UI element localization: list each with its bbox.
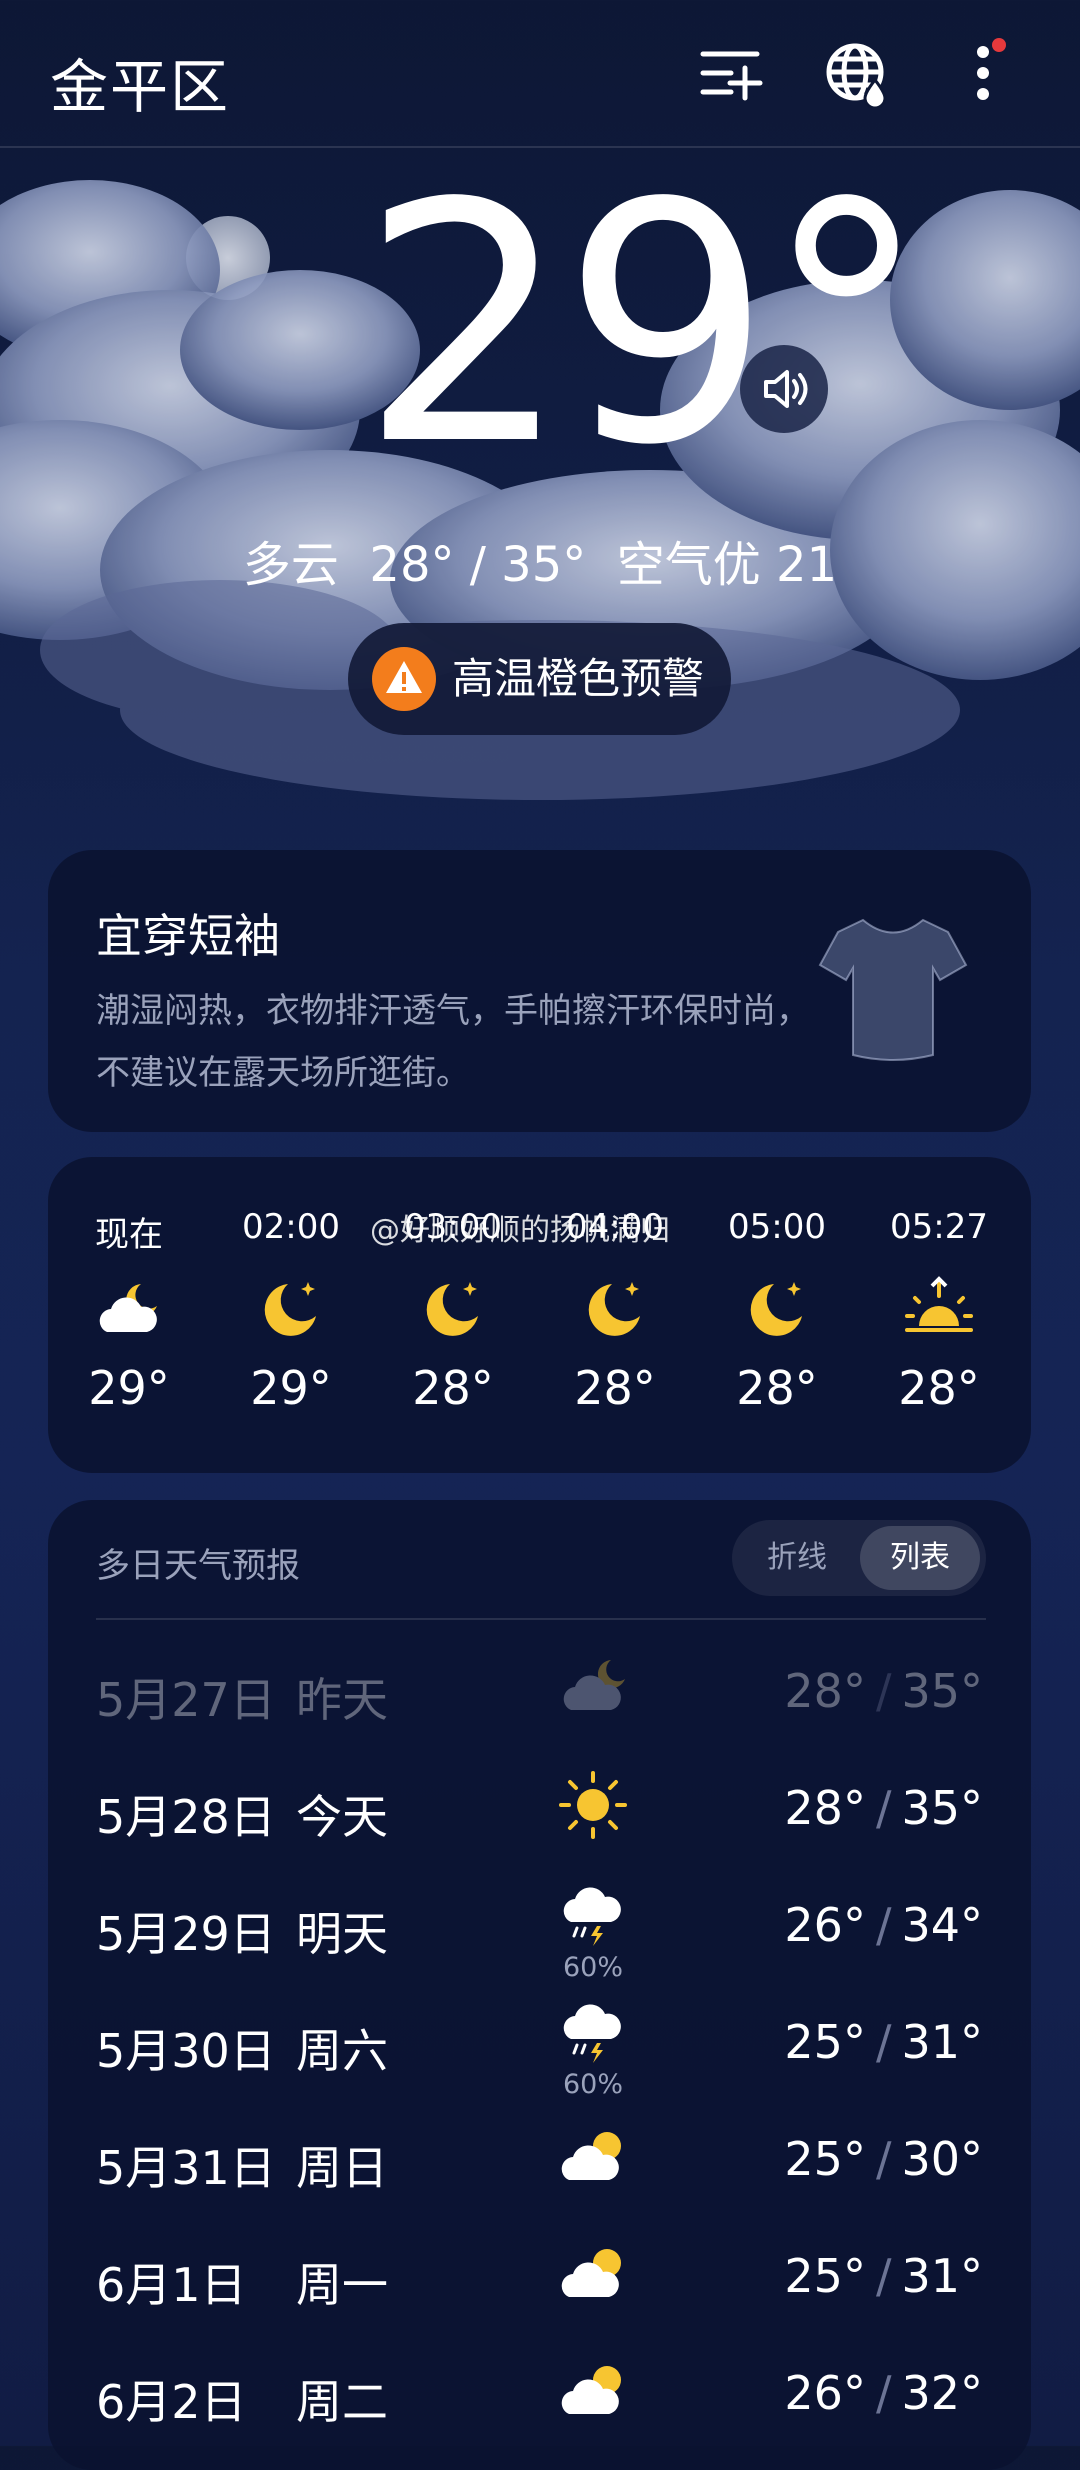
forecast-row[interactable]: 5月30日 周六 60% 25°/31°: [48, 1985, 1031, 2102]
forecast-row[interactable]: 5月29日 明天 60% 26°/34°: [48, 1868, 1031, 1985]
high-temp: 35°: [901, 1664, 983, 1718]
alert-label: 高温橙色预警: [452, 654, 705, 703]
low-temp: 25°: [784, 2015, 866, 2069]
hour-time: 02:00: [242, 1207, 340, 1247]
forecast-divider: [96, 1618, 986, 1620]
row-date: 5月27日: [96, 1673, 276, 1727]
precip-chance: 60%: [562, 1952, 623, 1983]
hour-time: 现在: [95, 1215, 163, 1255]
forecast-title: 多日天气预报: [96, 1546, 300, 1586]
high-temp: 32°: [901, 2366, 983, 2420]
partly-cloudy-day-icon: [561, 2366, 621, 2414]
row-date: 5月28日: [96, 1790, 276, 1844]
current-temperature: 29°: [360, 133, 929, 517]
thunderstorm-icon: [563, 2004, 621, 2063]
city-title[interactable]: 金平区: [50, 40, 230, 124]
hour-temp: 28°: [412, 1361, 494, 1415]
precip-chance: 60%: [562, 2069, 623, 2100]
view-toggle: 折线 列表: [732, 1520, 986, 1596]
more-menu-icon[interactable]: [950, 38, 1010, 108]
row-temp: 28°/35°: [784, 1781, 983, 1835]
row-date: 6月2日: [96, 2375, 247, 2429]
hourly-item: 05:27 28°: [858, 1207, 1020, 1415]
partly-cloudy-day-icon: [561, 2132, 621, 2180]
row-temp: 26°/32°: [784, 2366, 983, 2420]
clothing-description: 潮湿闷热，衣物排汗透气，手帕擦汗环保时尚，不建议在露天场所逛街。: [96, 991, 810, 1093]
globe-weather-icon[interactable]: [823, 38, 893, 110]
low-temp: 28°: [784, 1664, 866, 1718]
hourly-item: 现在 29°: [48, 1207, 210, 1415]
low-temp: 25°: [784, 2132, 866, 2186]
hour-time: 05:27: [890, 1207, 988, 1247]
cloudy-night-icon: [563, 1660, 625, 1710]
forecast-row[interactable]: 6月1日 周一 25°/31°: [48, 2219, 1031, 2336]
hour-temp: 29°: [250, 1361, 332, 1415]
row-date: 5月31日: [96, 2141, 276, 2195]
weather-summary: 多云 28° / 35° 空气优 21: [0, 525, 1080, 595]
weather-alert-button[interactable]: 高温橙色预警: [348, 623, 731, 735]
hour-temp: 28°: [574, 1361, 656, 1415]
toggle-list[interactable]: 列表: [860, 1526, 980, 1590]
forecast-row[interactable]: 5月27日 昨天 28°/35°: [48, 1634, 1031, 1751]
high-temp: 30°: [901, 2132, 983, 2186]
moon-icon: [750, 1282, 802, 1336]
low-temp: 26°: [784, 1898, 866, 1952]
high-temp: 31°: [901, 2249, 983, 2303]
moon-icon: [264, 1282, 316, 1336]
row-temp: 25°/31°: [784, 2015, 983, 2069]
tshirt-icon: [818, 918, 968, 1061]
row-day: 周二: [296, 2375, 388, 2429]
forecast-row[interactable]: 5月31日 周日 25°/30°: [48, 2102, 1031, 2219]
forecast-row[interactable]: 5月28日 今天 28°/35°: [48, 1751, 1031, 1868]
watermark: @好顺好顺的扬帆满归: [370, 1213, 670, 1248]
clothing-advice-card[interactable]: 宜穿短袖 潮湿闷热，衣物排汗透气，手帕擦汗环保时尚，不建议在露天场所逛街。: [48, 850, 1031, 1132]
add-city-icon[interactable]: [695, 38, 765, 108]
hour-temp: 28°: [898, 1361, 980, 1415]
air-quality-text[interactable]: 空气优 21: [617, 537, 837, 593]
warning-icon: [372, 647, 436, 711]
row-date: 6月1日: [96, 2258, 247, 2312]
high-temp: 31°: [901, 2015, 983, 2069]
row-temp: 25°/30°: [784, 2132, 983, 2186]
row-day: 明天: [296, 1907, 388, 1961]
moon-icon: [426, 1282, 478, 1336]
hour-temp: 29°: [88, 1361, 170, 1415]
low-temp: 25°: [784, 2249, 866, 2303]
row-day: 周六: [296, 2024, 388, 2078]
low-temp: 26°: [784, 2366, 866, 2420]
row-day: 周一: [296, 2258, 388, 2312]
row-day: 今天: [296, 1790, 388, 1844]
notification-dot: [992, 38, 1006, 52]
high-temp: 34°: [901, 1898, 983, 1952]
temp-range-text: 28° / 35°: [369, 537, 587, 593]
moon-icon: [588, 1282, 640, 1336]
condition-text: 多云: [242, 537, 339, 593]
hour-temp: 28°: [736, 1361, 818, 1415]
row-temp: 26°/34°: [784, 1898, 983, 1952]
row-day: 昨天: [296, 1673, 388, 1727]
row-temp: 25°/31°: [784, 2249, 983, 2303]
speaker-button[interactable]: [740, 345, 828, 433]
hour-time: 05:00: [728, 1207, 826, 1247]
partly-cloudy-day-icon: [561, 2249, 621, 2297]
partly-cloudy-night-icon: [99, 1284, 157, 1332]
toggle-line-chart[interactable]: 折线: [738, 1526, 856, 1590]
forecast-row[interactable]: 6月2日 周二 26°/32°: [48, 2336, 1031, 2453]
hourly-item: 02:00 29°: [210, 1207, 372, 1415]
sun-icon: [559, 1771, 627, 1839]
row-date: 5月29日: [96, 1907, 276, 1961]
speaker-icon: [764, 370, 808, 408]
high-temp: 35°: [901, 1781, 983, 1835]
hourly-item: 05:00 28°: [696, 1207, 858, 1415]
multi-day-forecast-card: 多日天气预报 折线 列表 5月27日 昨天 28°/35° 5月28日 今天 2…: [48, 1500, 1031, 2470]
row-date: 5月30日: [96, 2024, 276, 2078]
sunrise-icon: [905, 1276, 973, 1332]
clothing-title: 宜穿短袖: [96, 909, 280, 963]
low-temp: 28°: [784, 1781, 866, 1835]
row-day: 周日: [296, 2141, 388, 2195]
thunderstorm-icon: [563, 1887, 621, 1946]
row-temp: 28°/35°: [784, 1664, 983, 1718]
